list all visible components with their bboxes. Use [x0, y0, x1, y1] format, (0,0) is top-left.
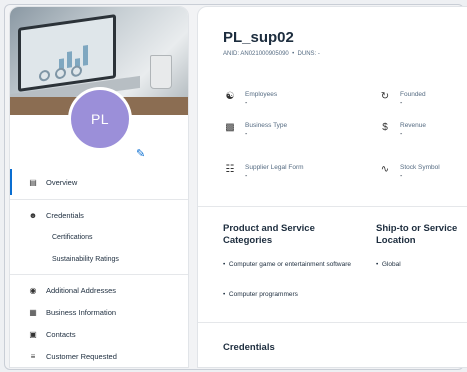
sidebar-item-label: Credentials — [46, 210, 84, 220]
contact-card-icon: ▣ — [29, 329, 37, 339]
supplier-ids: ANID: AN021000905090 • DUNS: - — [223, 51, 320, 57]
avatar: PL — [68, 87, 132, 151]
field-value: - — [400, 173, 403, 180]
briefcase-icon: ▩ — [225, 122, 235, 133]
sidebar-item-additional-addresses[interactable]: ◉ Additional Addresses — [10, 279, 188, 301]
clipboard-icon: ▤ — [29, 177, 37, 187]
field-value: - — [245, 173, 248, 180]
profile-sidebar: PL ✎ ▤ Overview ☻ Credentials Certificat… — [9, 6, 189, 368]
sidebar-item-sustainability-ratings[interactable]: Sustainability Ratings — [10, 248, 188, 270]
section-title-ship-to: Ship-to or Service Location — [376, 223, 458, 246]
list-item: • Computer game or entertainment softwar… — [223, 261, 352, 268]
page-title: PL_sup02 — [223, 29, 294, 46]
sidebar-item-label: Sustainability Ratings — [52, 255, 119, 263]
sidebar-item-label: Business Information — [46, 307, 117, 317]
list-item: • Computer programmers — [223, 291, 298, 298]
field-employees: ☯ Employees - — [223, 91, 278, 107]
field-label: Stock Symbol — [400, 164, 440, 171]
people-icon: ☯ — [225, 91, 235, 102]
list-item: • Global — [376, 261, 401, 268]
sidebar-nav: ▤ Overview ☻ Credentials Certifications … — [10, 169, 188, 367]
divider — [198, 322, 467, 323]
field-label: Business Type — [245, 122, 288, 129]
sidebar-item-label: Additional Addresses — [46, 285, 117, 295]
field-value: - — [400, 100, 403, 107]
section-title-products: Product and Service Categories — [223, 223, 315, 246]
field-label: Revenue — [400, 122, 427, 129]
field-revenue: $ Revenue - — [378, 122, 426, 138]
location-item: Global — [381, 261, 401, 268]
person-key-icon: ☻ — [28, 210, 38, 220]
supplier-overview-panel: PL_sup02 ANID: AN021000905090 • DUNS: - … — [197, 6, 467, 368]
field-value: - — [245, 131, 248, 138]
section-title-credentials: Credentials — [223, 342, 275, 353]
duns-value: - — [317, 51, 320, 57]
anid-value: AN021000905090 — [240, 51, 289, 57]
sidebar-item-label: Customer Requested — [46, 351, 117, 361]
money-bag-icon: $ — [382, 122, 388, 133]
sidebar-item-customer-requested[interactable]: ≡ Customer Requested — [10, 345, 188, 367]
sidebar-item-credentials[interactable]: ☻ Credentials — [10, 204, 188, 226]
address-icon: ◉ — [29, 285, 37, 295]
sidebar-item-contacts[interactable]: ▣ Contacts — [10, 323, 188, 345]
category-item: Computer game or entertainment software — [228, 261, 352, 268]
field-stock-symbol: ∿ Stock Symbol - — [378, 164, 440, 180]
category-item: Computer programmers — [228, 291, 298, 298]
sidebar-item-label: Contacts — [46, 329, 76, 339]
divider — [198, 206, 467, 207]
field-value: - — [400, 131, 403, 138]
pencil-icon[interactable]: ✎ — [136, 147, 145, 160]
sidebar-item-label: Certifications — [52, 233, 93, 241]
anid-label: ANID: — [223, 51, 240, 57]
duns-label: DUNS: — [297, 51, 317, 57]
avatar-initials: PL — [90, 111, 110, 127]
mug-illustration — [150, 55, 172, 89]
field-value: - — [245, 100, 248, 107]
field-label: Founded — [400, 91, 426, 98]
field-founded: ↻ Founded - — [378, 91, 426, 107]
field-supplier-legal-form: ☷ Supplier Legal Form - — [223, 164, 304, 180]
field-label: Employees — [245, 91, 278, 98]
sidebar-item-overview[interactable]: ▤ Overview — [10, 169, 188, 195]
sidebar-item-label: Overview — [46, 177, 78, 187]
list-icon: ≡ — [30, 351, 36, 361]
field-business-type: ▩ Business Type - — [223, 122, 287, 138]
sidebar-item-business-information[interactable]: ▦ Business Information — [10, 301, 188, 323]
separator-dot: • — [290, 51, 296, 57]
stock-chart-icon: ∿ — [380, 164, 390, 175]
history-icon: ↻ — [380, 91, 390, 102]
doc-icon: ▦ — [29, 307, 37, 317]
sidebar-item-certifications[interactable]: Certifications — [10, 226, 188, 248]
field-label: Supplier Legal Form — [245, 164, 304, 171]
org-chart-icon: ☷ — [225, 164, 235, 175]
